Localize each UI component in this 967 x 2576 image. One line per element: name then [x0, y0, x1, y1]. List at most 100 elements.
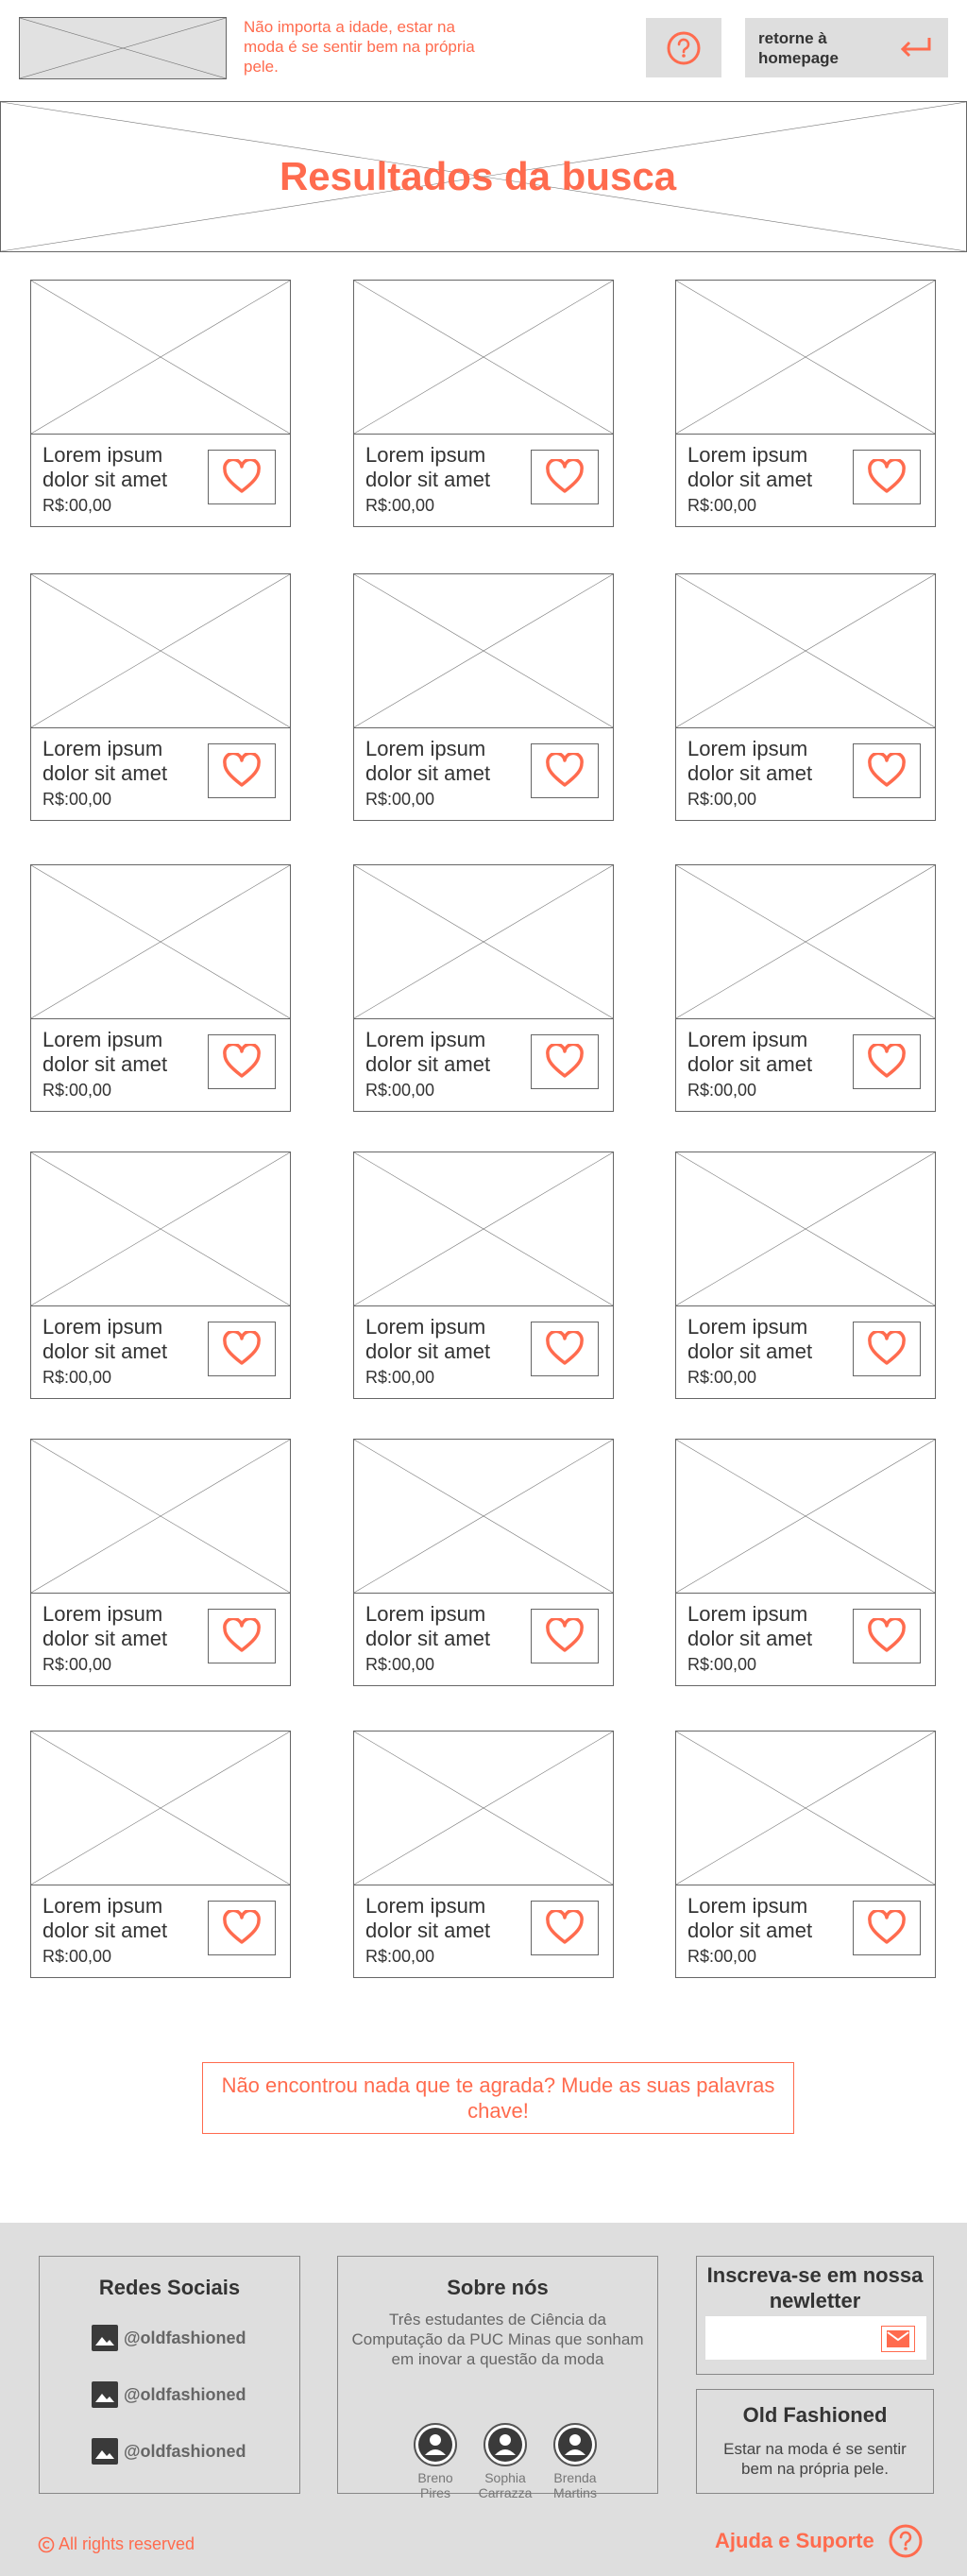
favorite-button[interactable] [208, 1609, 276, 1663]
social-link-3[interactable]: @oldfashioned [92, 2438, 246, 2465]
newsletter-form [704, 2315, 927, 2361]
favorite-button[interactable] [531, 450, 599, 504]
social-link-1[interactable]: @oldfashioned [92, 2325, 246, 2351]
favorite-button[interactable] [208, 1322, 276, 1376]
product-name: Lorem ipsum dolor sit amet [42, 1602, 168, 1650]
team-member[interactable]: Brenda Martins [549, 2423, 602, 2500]
question-circle-icon [667, 31, 701, 64]
product-price: R$:00,00 [365, 1947, 435, 1966]
favorite-button[interactable] [208, 450, 276, 504]
favorite-button[interactable] [531, 1322, 599, 1376]
team-member[interactable]: Breno Pires [409, 2423, 462, 2500]
favorite-button[interactable] [531, 743, 599, 798]
product-name: Lorem ipsum dolor sit amet [42, 1028, 168, 1076]
product-price: R$:00,00 [365, 1081, 435, 1100]
heart-icon [222, 1910, 262, 1946]
product-card[interactable]: Lorem ipsum dolor sit amet R$:00,00 [30, 864, 291, 1112]
product-image[interactable] [676, 1732, 935, 1885]
product-card[interactable]: Lorem ipsum dolor sit amet R$:00,00 [675, 1152, 936, 1399]
product-card[interactable]: Lorem ipsum dolor sit amet R$:00,00 [675, 1439, 936, 1686]
product-image[interactable] [354, 1440, 613, 1594]
product-card[interactable]: Lorem ipsum dolor sit amet R$:00,00 [353, 1731, 614, 1978]
product-card[interactable]: Lorem ipsum dolor sit amet R$:00,00 [30, 1439, 291, 1686]
product-card[interactable]: Lorem ipsum dolor sit amet R$:00,00 [675, 1731, 936, 1978]
favorite-button[interactable] [208, 1901, 276, 1955]
favorite-button[interactable] [853, 450, 921, 504]
product-name: Lorem ipsum dolor sit amet [687, 1602, 813, 1650]
social-link-2[interactable]: @oldfashioned [92, 2381, 246, 2408]
product-card[interactable]: Lorem ipsum dolor sit amet R$:00,00 [675, 280, 936, 527]
favorite-button[interactable] [531, 1901, 599, 1955]
heart-icon [867, 459, 907, 495]
favorite-button[interactable] [853, 1609, 921, 1663]
heart-icon [867, 753, 907, 789]
product-card[interactable]: Lorem ipsum dolor sit amet R$:00,00 [353, 573, 614, 821]
product-image[interactable] [31, 1732, 290, 1885]
product-card[interactable]: Lorem ipsum dolor sit amet R$:00,00 [30, 1152, 291, 1399]
product-card[interactable]: Lorem ipsum dolor sit amet R$:00,00 [30, 573, 291, 821]
question-circle-icon [889, 2524, 923, 2558]
heart-icon [222, 753, 262, 789]
product-image[interactable] [354, 1152, 613, 1306]
product-image[interactable] [31, 1152, 290, 1306]
product-name: Lorem ipsum dolor sit amet [365, 1028, 491, 1076]
product-card[interactable]: Lorem ipsum dolor sit amet R$:00,00 [30, 1731, 291, 1978]
support-label: Ajuda e Suporte [715, 2529, 874, 2552]
favorite-button[interactable] [853, 743, 921, 798]
subscribe-button[interactable] [881, 2326, 915, 2352]
team-member-name: Breno Pires [417, 2470, 453, 2500]
return-homepage-button[interactable]: retorne à homepage [745, 18, 948, 77]
favorite-button[interactable] [853, 1322, 921, 1376]
product-image[interactable] [354, 281, 613, 435]
help-support-link[interactable]: Ajuda e Suporte [715, 2523, 924, 2559]
product-price: R$:00,00 [365, 790, 435, 809]
favorite-button[interactable] [531, 1034, 599, 1089]
product-price: R$:00,00 [42, 496, 112, 515]
image-icon [92, 2381, 118, 2408]
product-card[interactable]: Lorem ipsum dolor sit amet R$:00,00 [353, 1152, 614, 1399]
product-image[interactable] [354, 865, 613, 1019]
product-price: R$:00,00 [42, 790, 112, 809]
product-card[interactable]: Lorem ipsum dolor sit amet R$:00,00 [353, 1439, 614, 1686]
footer: Redes Sociais @oldfashioned @oldfashione… [0, 2223, 967, 2576]
product-card[interactable]: Lorem ipsum dolor sit amet R$:00,00 [675, 573, 936, 821]
product-image[interactable] [676, 281, 935, 435]
favorite-button[interactable] [531, 1609, 599, 1663]
team-member-name: Brenda Martins [553, 2470, 597, 2500]
favorite-button[interactable] [208, 743, 276, 798]
product-image[interactable] [354, 1732, 613, 1885]
product-image[interactable] [31, 281, 290, 435]
brand-slogan: Estar na moda é se sentir bem na própria… [723, 2440, 907, 2478]
newsletter-email-input[interactable] [705, 2316, 875, 2360]
product-card[interactable]: Lorem ipsum dolor sit amet R$:00,00 [675, 864, 936, 1112]
heart-icon [867, 1910, 907, 1946]
heart-icon [545, 753, 585, 789]
favorite-button[interactable] [853, 1901, 921, 1955]
logo-image[interactable] [19, 17, 227, 79]
product-image[interactable] [676, 1152, 935, 1306]
product-image[interactable] [31, 574, 290, 728]
tagline: Não importa a idade, estar na moda é se … [244, 18, 475, 76]
product-image[interactable] [676, 574, 935, 728]
product-image[interactable] [354, 574, 613, 728]
product-image[interactable] [676, 865, 935, 1019]
product-image[interactable] [31, 1440, 290, 1594]
product-image[interactable] [31, 865, 290, 1019]
help-button[interactable] [646, 18, 721, 77]
product-card[interactable]: Lorem ipsum dolor sit amet R$:00,00 [353, 864, 614, 1112]
team-member-name: Sophia Carrazza [478, 2470, 533, 2500]
product-name: Lorem ipsum dolor sit amet [42, 1315, 168, 1363]
product-price: R$:00,00 [42, 1655, 112, 1674]
product-card[interactable]: Lorem ipsum dolor sit amet R$:00,00 [353, 280, 614, 527]
product-price: R$:00,00 [365, 496, 435, 515]
team-member[interactable]: Sophia Carrazza [479, 2423, 532, 2500]
return-arrow-icon [900, 37, 931, 57]
about-title: Sobre nós [447, 2276, 549, 2299]
product-card[interactable]: Lorem ipsum dolor sit amet R$:00,00 [30, 280, 291, 527]
heart-icon [867, 1044, 907, 1080]
product-image[interactable] [676, 1440, 935, 1594]
favorite-button[interactable] [208, 1034, 276, 1089]
favorite-button[interactable] [853, 1034, 921, 1089]
copyright-text: All rights reserved [59, 2534, 195, 2553]
product-name: Lorem ipsum dolor sit amet [365, 1315, 491, 1363]
